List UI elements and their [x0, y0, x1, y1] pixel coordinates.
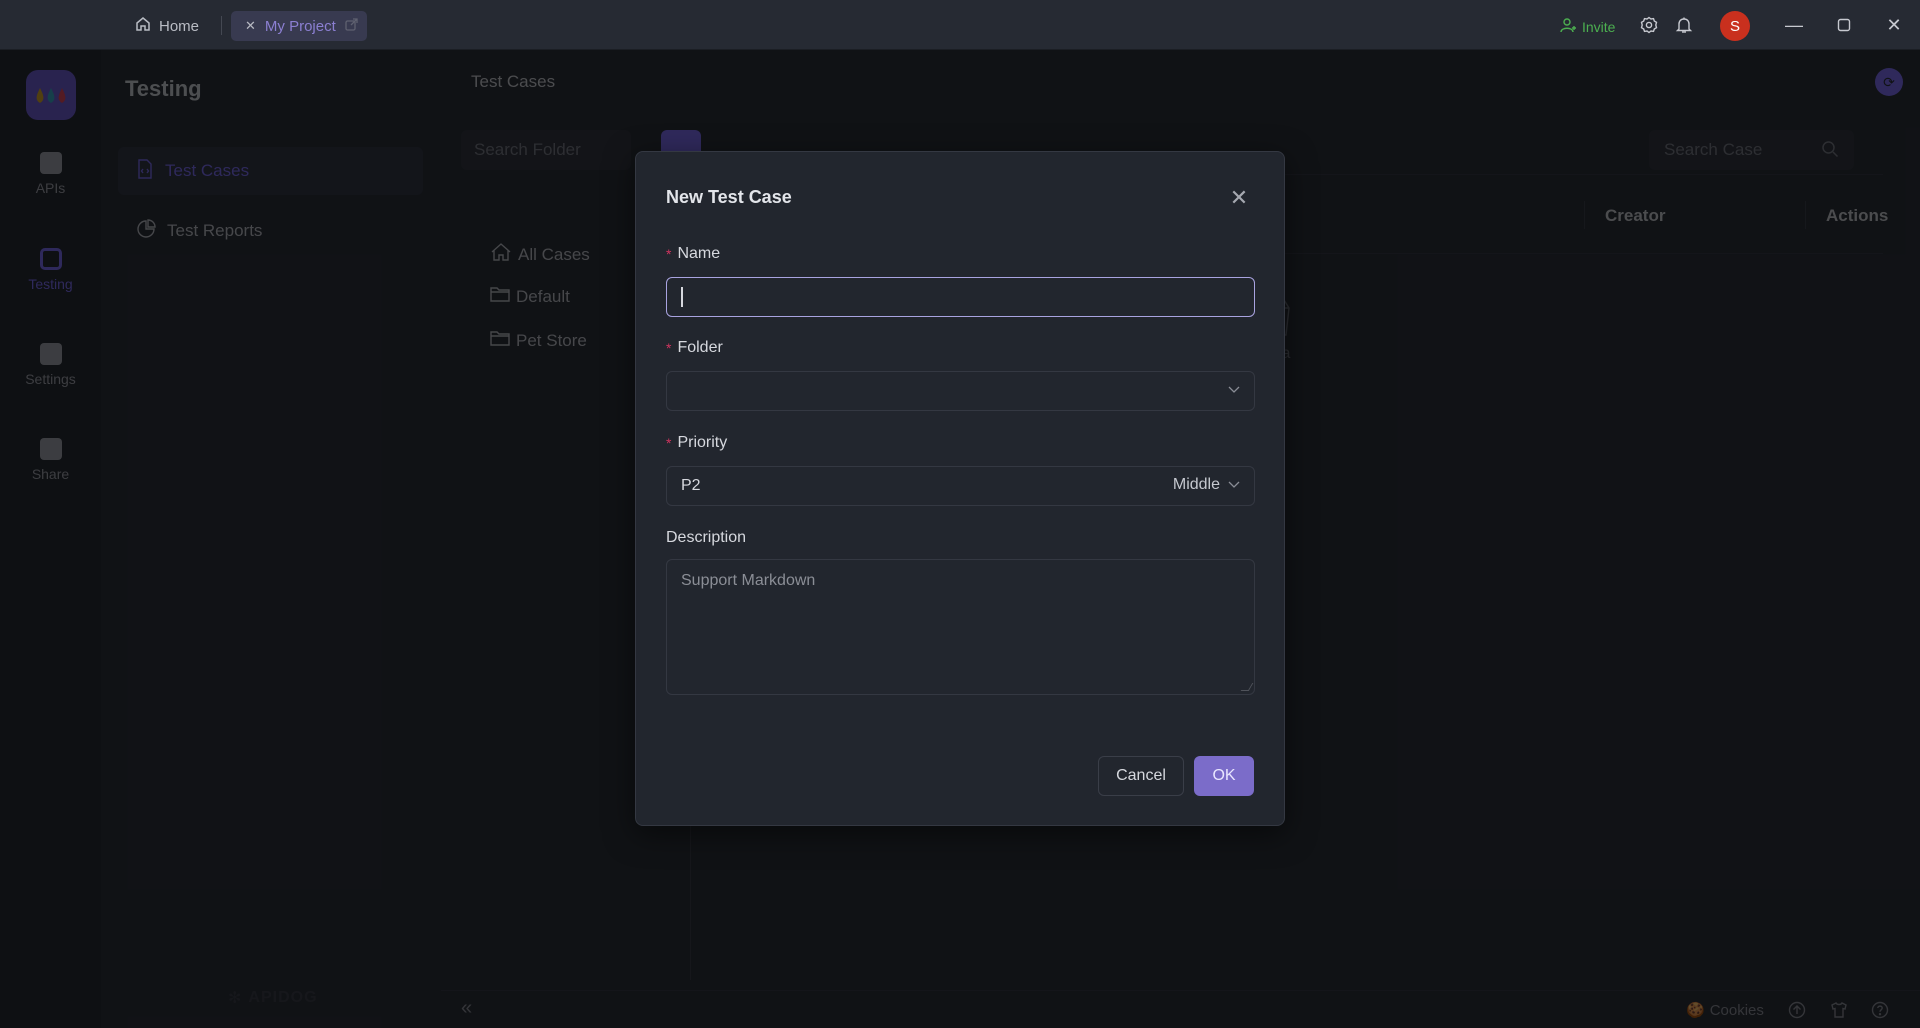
required-asterisk: * [666, 246, 672, 262]
bell-icon[interactable] [1673, 14, 1695, 36]
user-add-icon [1560, 17, 1578, 36]
ok-button[interactable]: OK [1194, 756, 1254, 796]
close-icon[interactable]: ✕ [245, 18, 256, 34]
description-label-text: Description [666, 529, 747, 546]
home-icon [134, 15, 152, 37]
chevron-down-icon [1228, 478, 1240, 493]
chevron-down-icon [1228, 383, 1240, 398]
cancel-button[interactable]: Cancel [1098, 756, 1184, 796]
tab-home[interactable]: Home [134, 13, 199, 39]
name-label: * Name [666, 245, 720, 263]
invite-button[interactable]: Invite [1560, 17, 1615, 36]
tab-project-label: My Project [264, 17, 336, 35]
maximize-icon[interactable] [1831, 12, 1857, 38]
priority-label-text: Priority [677, 434, 728, 451]
priority-desc: Middle [1173, 476, 1240, 494]
minimize-icon[interactable]: — [1781, 12, 1807, 38]
tab-home-label: Home [159, 17, 200, 35]
folder-label-text: Folder [677, 339, 723, 356]
tab-divider [221, 16, 222, 35]
resize-handle[interactable] [1240, 683, 1254, 691]
tab-my-project[interactable]: ✕ My Project [231, 11, 367, 41]
external-link-icon[interactable] [345, 18, 358, 34]
required-asterisk: * [666, 435, 672, 451]
description-textarea[interactable]: Support Markdown [666, 559, 1255, 695]
priority-select[interactable]: P2 Middle [666, 466, 1255, 506]
gear-icon[interactable] [1638, 14, 1660, 36]
description-placeholder: Support Markdown [681, 572, 816, 589]
priority-value: P2 [681, 477, 701, 494]
description-label: Description [666, 529, 746, 547]
close-icon[interactable]: ✕ [1226, 185, 1252, 211]
folder-select[interactable] [666, 371, 1255, 411]
new-test-case-dialog: New Test Case ✕ * Name * Folder * Priori… [635, 151, 1285, 826]
name-label-text: Name [677, 245, 721, 262]
required-asterisk: * [666, 340, 672, 356]
window-close-icon[interactable]: ✕ [1881, 12, 1907, 38]
dialog-title: New Test Case [666, 187, 792, 207]
title-bar: Home ✕ My Project Invite S — ✕ [0, 0, 1920, 50]
invite-label: Invite [1582, 18, 1616, 35]
folder-label: * Folder [666, 339, 723, 357]
user-avatar[interactable]: S [1720, 11, 1750, 41]
priority-label: * Priority [666, 434, 727, 452]
text-caret [681, 287, 683, 307]
name-input[interactable] [666, 277, 1255, 317]
priority-desc-text: Middle [1172, 476, 1220, 493]
